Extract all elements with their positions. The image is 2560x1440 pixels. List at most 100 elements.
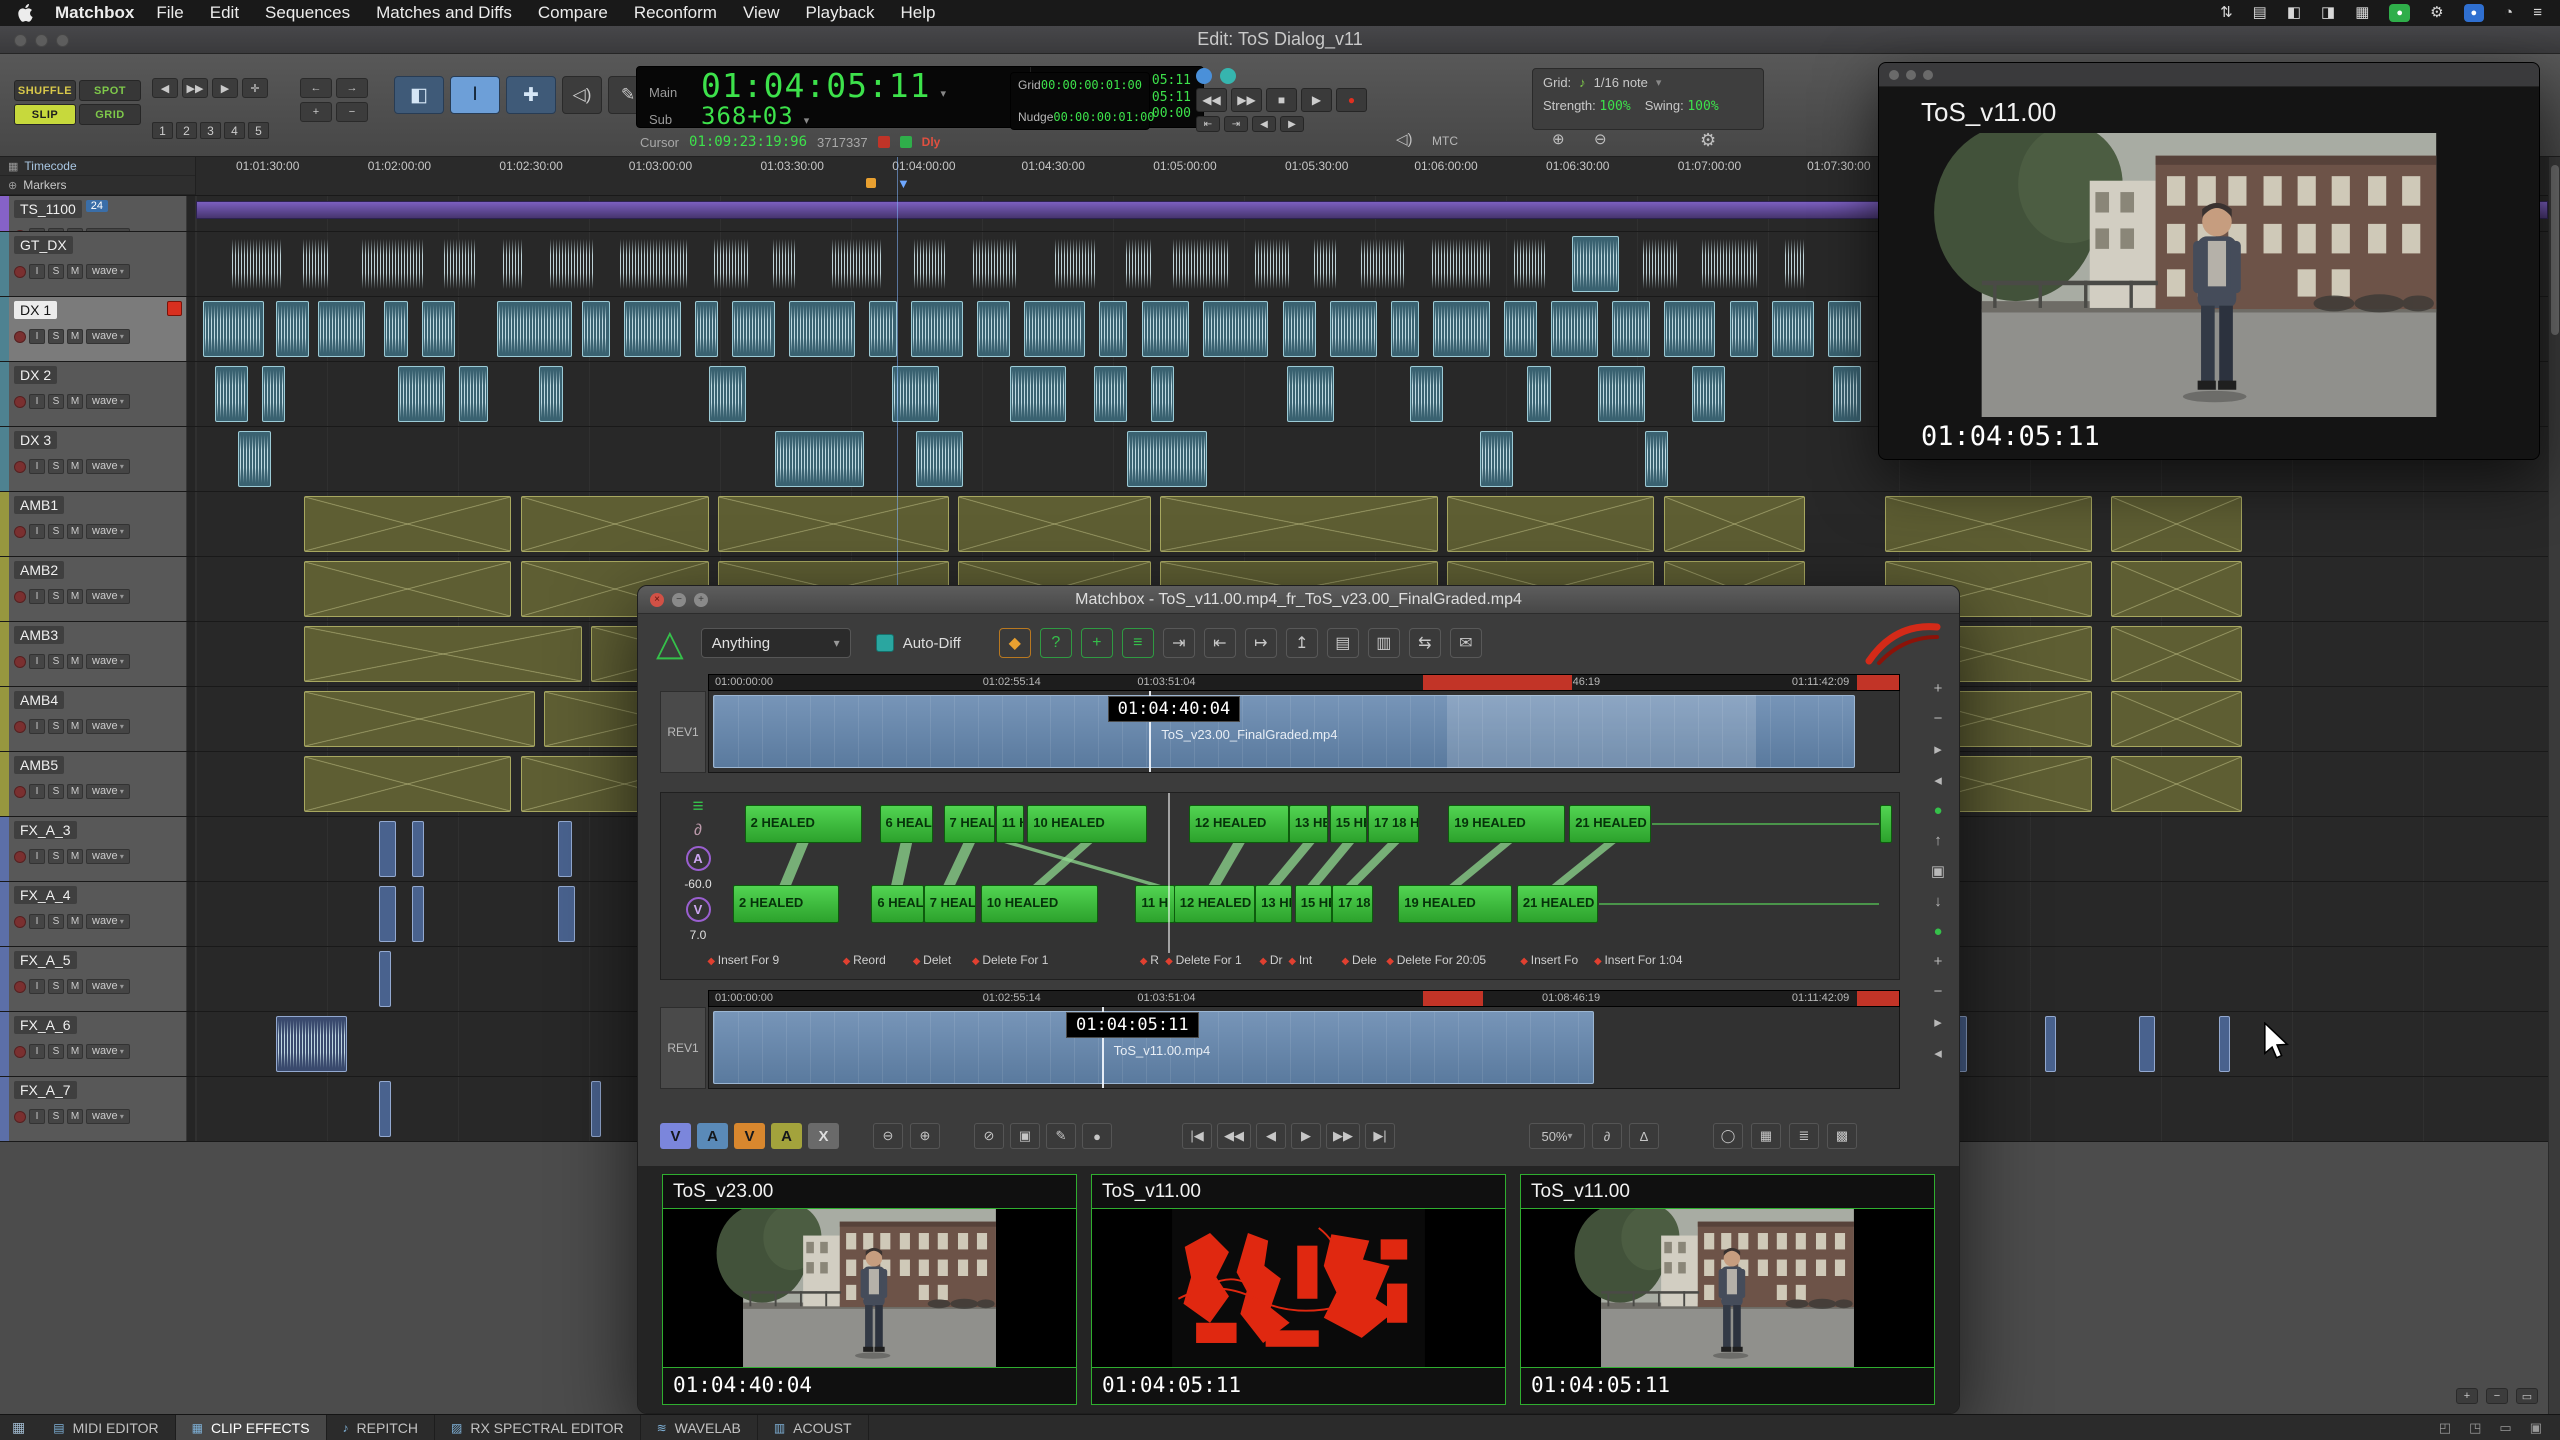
audio-clip[interactable] [379,886,395,942]
add-marker-icon[interactable]: ⊕ [8,179,17,192]
bottom-sequence-track[interactable]: ToS_v11.00.mp4 01:04:05:11 [708,1007,1900,1089]
matchbox-toolbar-button[interactable]: ◆ [999,628,1031,658]
side-rail-button[interactable]: ● [1933,923,1942,940]
zoom-level-dropdown[interactable]: 50% [1529,1123,1585,1149]
record-enable-button[interactable] [14,526,26,538]
record-enable-button[interactable] [14,1111,26,1123]
status-icon[interactable]: ● [2389,4,2410,22]
transport-button[interactable]: ■ [1266,88,1297,112]
audio-clip[interactable] [892,366,939,422]
menu-item[interactable]: View [743,3,780,23]
bottom-right-icon[interactable]: ▭ [2499,1420,2511,1436]
audio-clip[interactable] [1203,301,1269,357]
layer-toggle-button[interactable]: V [660,1123,691,1149]
track-view-selector[interactable]: wave [86,784,130,799]
input-monitor-button[interactable]: I [29,979,45,994]
audio-clip[interactable] [1433,301,1489,357]
track-name[interactable]: AMB1 [14,496,64,514]
matchbox-transport-button[interactable]: ◀ [1256,1123,1286,1149]
link-toggle[interactable] [1220,68,1236,84]
track-name[interactable]: AMB4 [14,691,64,709]
thumbnail-image[interactable] [663,1208,1076,1368]
audio-clip[interactable] [1504,301,1537,357]
mute-button[interactable]: M [67,394,83,409]
track-view-selector[interactable]: wave [86,654,130,669]
grid-note-caret[interactable]: ▾ [1656,76,1662,89]
nav-button[interactable]: ▶ [212,78,238,98]
side-rail-button[interactable]: ◂ [1934,771,1942,789]
bottom-right-icon[interactable]: ◳ [2469,1420,2481,1436]
solo-button[interactable]: S [48,329,64,344]
healed-block[interactable]: 2 HEALED [745,805,862,843]
audio-clip[interactable] [459,366,487,422]
track-header[interactable]: FX_A_3 I S M wave [0,817,196,881]
solo-button[interactable]: S [48,1109,64,1124]
transport-small-button[interactable]: ▶ [1280,116,1304,132]
solo-button[interactable]: S [48,719,64,734]
healed-block[interactable]: 7 HEALE [944,805,995,843]
track-header[interactable]: AMB1 I S M wave [0,492,196,556]
input-monitor-button[interactable]: I [29,589,45,604]
transport-small-button[interactable]: ⇥ [1224,116,1248,132]
nav-button[interactable]: ✛ [242,78,268,98]
top-sequence-track[interactable]: ToS_v23.00_FinalGraded.mp4 01:04:40:04 [708,691,1900,773]
audio-clip[interactable] [497,301,572,357]
diff-marker[interactable]: Delet [913,953,951,967]
record-enable-button[interactable] [14,786,26,798]
transport-button[interactable]: ● [1336,88,1367,112]
mute-button[interactable]: M [67,1044,83,1059]
swing-value[interactable]: 100% [1687,99,1718,114]
menu-item[interactable]: Reconform [634,3,717,23]
side-rail-button[interactable]: ● [1933,802,1942,819]
input-monitor-button[interactable]: I [29,719,45,734]
zoom-button[interactable]: + [300,102,332,122]
audio-clip[interactable] [1730,301,1758,357]
matchbox-toolbar-button[interactable]: ↥ [1286,628,1318,658]
record-enable-button[interactable] [14,230,26,232]
audio-clip[interactable] [1391,301,1419,357]
track-name[interactable]: FX_A_4 [14,886,77,904]
audio-clip[interactable] [302,236,330,292]
bottom-tab[interactable]: ♪ REPITCH [327,1415,435,1440]
track-name[interactable]: AMB5 [14,756,64,774]
menu-item[interactable]: Matches and Diffs [376,3,512,23]
mute-button[interactable]: M [67,979,83,994]
rail-partial-icon[interactable]: ∂ [694,822,702,840]
audio-match-toggle[interactable]: A [686,846,711,871]
zoom-button[interactable]: → [336,78,368,98]
audio-clip[interactable] [304,561,511,617]
healed-block[interactable]: 12 HEALED [1174,885,1255,923]
audio-clip[interactable] [549,236,596,292]
matchbox-titlebar[interactable]: × − + Matchbox - ToS_v11.00.mp4_fr_ToS_v… [638,586,1959,614]
window-controls[interactable] [14,34,69,47]
audio-clip[interactable] [977,301,1010,357]
mute-button[interactable]: M [67,1109,83,1124]
audio-clip[interactable] [1772,301,1814,357]
audio-clip[interactable] [1692,366,1725,422]
bottom-sequence-ruler[interactable]: 01:00:00:0001:02:55:1401:03:51:0401:08:4… [708,990,1900,1007]
menu-item[interactable]: File [156,3,183,23]
solo-button[interactable]: S [48,1044,64,1059]
transport-button[interactable]: ▶▶ [1231,88,1262,112]
matchbox-toolbar-button[interactable]: ▤ [1327,628,1359,658]
transport-button[interactable]: ◀◀ [1196,88,1227,112]
minimize-button[interactable] [35,34,48,47]
memory-marker-icon[interactable] [866,178,876,188]
mute-button[interactable]: M [67,524,83,539]
track-view-selector[interactable]: wave [86,719,130,734]
zoom-out-icon[interactable]: ⊖ [1594,130,1607,148]
zoom-preset-button[interactable]: 3 [200,122,221,139]
bottom-tab[interactable]: ▥ ACOUST [758,1415,869,1440]
healed-block[interactable]: 19 HEALED [1398,885,1512,923]
auto-diff-checkbox[interactable] [876,634,894,652]
diff-marker[interactable]: Delete For 1 [1165,953,1242,967]
track-name[interactable]: FX_A_6 [14,1016,77,1034]
video-threshold-value[interactable]: 7.0 [690,928,707,942]
app-menu[interactable]: Matchbox [55,3,134,23]
audio-clip[interactable] [1572,236,1619,292]
matchbox-transport-button[interactable]: ▶| [1365,1123,1395,1149]
audio-clip[interactable] [304,691,534,747]
audio-clip[interactable] [1094,366,1127,422]
audio-clip[interactable] [1598,366,1645,422]
audio-clip[interactable] [1010,366,1066,422]
